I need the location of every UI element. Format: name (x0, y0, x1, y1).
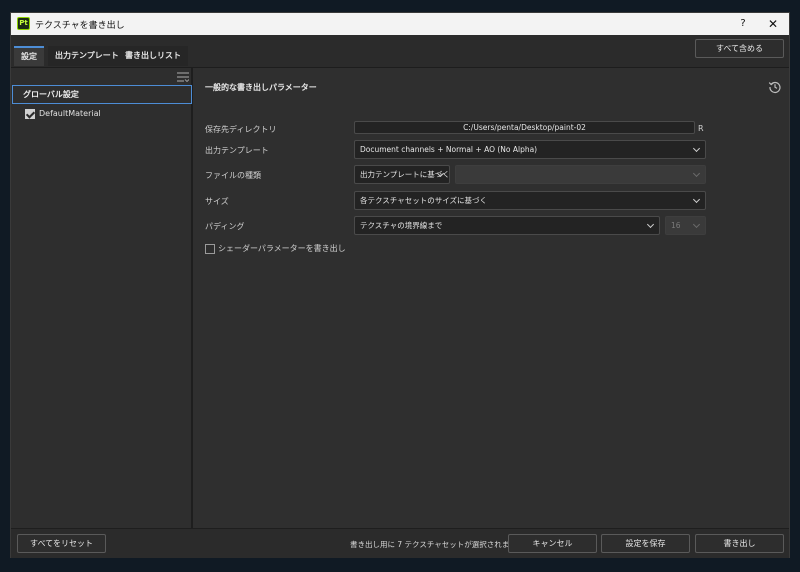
size-label: サイズ (205, 197, 229, 206)
chevron-down-icon (692, 169, 701, 178)
size-value: 各テクスチャセットのサイズに基づく (360, 196, 487, 205)
export-shader-label: シェーダーパラメーターを書き出し (218, 244, 346, 253)
footer-bar: すべてをリセット 書き出し用に 7 テクスチャセットが選択されました キャンセル… (11, 528, 789, 558)
window-title: テクスチャを書き出し (35, 21, 125, 31)
chevron-down-icon (646, 220, 655, 229)
texture-set-checkbox[interactable] (25, 109, 35, 119)
save-settings-button[interactable]: 設定を保存 (601, 534, 690, 553)
export-textures-window: Pt テクスチャを書き出し ? ✕ 設定 出力テンプレート 書き出しリスト すべ… (10, 12, 790, 558)
export-shader-checkbox[interactable] (205, 244, 215, 254)
padding-value: テクスチャの境界線まで (360, 221, 443, 230)
padding-label: パディング (205, 222, 245, 231)
title-bar: Pt テクスチャを書き出し ? ✕ (11, 13, 789, 35)
size-select[interactable]: 各テクスチャセットのサイズに基づく (354, 191, 706, 210)
export-shader-option[interactable]: シェーダーパラメーターを書き出し (205, 243, 346, 255)
tab-bar: 設定 出力テンプレート 書き出しリスト すべて含める (11, 35, 789, 67)
padding-select[interactable]: テクスチャの境界線まで (354, 216, 660, 235)
output-dir-label: 保存先ディレクトリ (205, 125, 277, 134)
tab-export-list[interactable]: 書き出しリスト (118, 46, 188, 66)
reset-all-button[interactable]: すべてをリセット (17, 534, 106, 553)
padding-size-value: 16 (671, 221, 681, 230)
texture-set-panel: グローバル設定 DefaultMaterial (11, 68, 193, 528)
include-all-button[interactable]: すべて含める (695, 39, 784, 58)
parameters-panel: 一般的な書き出しパラメーター 保存先ディレクトリ C:/Users/penta/… (195, 68, 789, 528)
export-button[interactable]: 書き出し (695, 534, 784, 553)
file-type-value: 出力テンプレートに基づく (360, 170, 450, 179)
output-template-label: 出力テンプレート (205, 146, 269, 155)
chevron-down-icon (692, 144, 701, 153)
global-settings-item[interactable]: グローバル設定 (12, 85, 192, 104)
status-text: 書き出し用に 7 テクスチャセットが選択されました (350, 540, 525, 549)
chevron-down-icon (692, 195, 701, 204)
tab-output-templates[interactable]: 出力テンプレート (48, 46, 126, 66)
padding-size-select: 16 (665, 216, 706, 235)
close-button[interactable]: ✕ (765, 16, 781, 32)
output-template-value: Document channels + Normal + AO (No Alph… (360, 145, 538, 154)
output-template-select[interactable]: Document channels + Normal + AO (No Alph… (354, 140, 706, 159)
texture-set-label: DefaultMaterial (39, 109, 101, 118)
file-type-label: ファイルの種類 (205, 171, 261, 180)
tab-settings[interactable]: 設定 (14, 46, 44, 66)
section-title: 一般的な書き出しパラメーター (205, 83, 317, 92)
help-button[interactable]: ? (736, 17, 750, 31)
reset-history-icon[interactable] (768, 80, 782, 94)
painter-logo-icon: Pt (17, 17, 30, 30)
output-dir-suffix: R (698, 124, 704, 133)
chevron-down-icon (692, 220, 701, 229)
texture-set-item[interactable]: DefaultMaterial (25, 108, 101, 120)
cancel-button[interactable]: キャンセル (508, 534, 597, 553)
file-format-select (455, 165, 706, 184)
filter-list-icon[interactable] (177, 72, 189, 82)
output-dir-field[interactable]: C:/Users/penta/Desktop/paint-02 (354, 121, 695, 134)
file-type-select[interactable]: 出力テンプレートに基づく (354, 165, 450, 184)
